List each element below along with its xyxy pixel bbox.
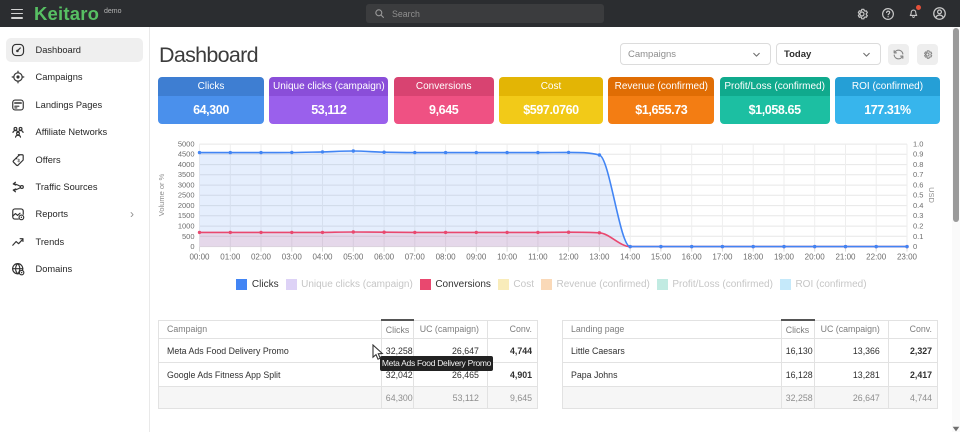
svg-text:05:00: 05:00 bbox=[343, 252, 364, 261]
svg-text:0: 0 bbox=[190, 242, 194, 251]
svg-text:23:00: 23:00 bbox=[897, 252, 918, 261]
svg-text:15:00: 15:00 bbox=[651, 252, 672, 261]
svg-text:0.7: 0.7 bbox=[913, 170, 923, 179]
svg-text:$: $ bbox=[17, 158, 20, 164]
svg-text:08:00: 08:00 bbox=[436, 252, 457, 261]
svg-text:USD: USD bbox=[927, 187, 936, 203]
svg-text:20:00: 20:00 bbox=[805, 252, 826, 261]
svg-text:12:00: 12:00 bbox=[559, 252, 580, 261]
svg-text:04:00: 04:00 bbox=[312, 252, 333, 261]
svg-text:00:00: 00:00 bbox=[189, 252, 210, 261]
svg-text:03:00: 03:00 bbox=[282, 252, 303, 261]
svg-text:1500: 1500 bbox=[178, 211, 195, 220]
svg-text:22:00: 22:00 bbox=[866, 252, 887, 261]
svg-text:3500: 3500 bbox=[178, 170, 195, 179]
svg-text:02:00: 02:00 bbox=[251, 252, 272, 261]
svg-text:Volume or %: Volume or % bbox=[157, 173, 166, 216]
svg-text:0.5: 0.5 bbox=[913, 191, 923, 200]
svg-text:2500: 2500 bbox=[178, 191, 195, 200]
svg-text:10:00: 10:00 bbox=[497, 252, 518, 261]
svg-text:19:00: 19:00 bbox=[774, 252, 795, 261]
svg-text:4000: 4000 bbox=[178, 160, 195, 169]
svg-text:500: 500 bbox=[182, 232, 195, 241]
svg-text:07:00: 07:00 bbox=[405, 252, 426, 261]
svg-text:0.6: 0.6 bbox=[913, 181, 923, 190]
svg-text:06:00: 06:00 bbox=[374, 252, 395, 261]
svg-text:14:00: 14:00 bbox=[620, 252, 641, 261]
svg-text:16:00: 16:00 bbox=[682, 252, 703, 261]
svg-text:0.9: 0.9 bbox=[913, 150, 923, 159]
svg-text:18:00: 18:00 bbox=[743, 252, 764, 261]
svg-text:0: 0 bbox=[913, 242, 917, 251]
svg-text:0.8: 0.8 bbox=[913, 160, 923, 169]
svg-text:21:00: 21:00 bbox=[835, 252, 856, 261]
svg-text:4500: 4500 bbox=[178, 150, 195, 159]
svg-text:17:00: 17:00 bbox=[712, 252, 733, 261]
svg-text:01:00: 01:00 bbox=[220, 252, 241, 261]
svg-text:0.1: 0.1 bbox=[913, 232, 923, 241]
svg-text:09:00: 09:00 bbox=[466, 252, 487, 261]
svg-text:5000: 5000 bbox=[178, 140, 195, 149]
svg-text:3000: 3000 bbox=[178, 181, 195, 190]
svg-text:1000: 1000 bbox=[178, 222, 195, 231]
svg-text:13:00: 13:00 bbox=[589, 252, 610, 261]
svg-text:0.4: 0.4 bbox=[913, 201, 923, 210]
svg-text:0.2: 0.2 bbox=[913, 222, 923, 231]
svg-text:2000: 2000 bbox=[178, 201, 195, 210]
svg-text:1.0: 1.0 bbox=[913, 140, 923, 149]
svg-text:0.3: 0.3 bbox=[913, 211, 923, 220]
svg-text:11:00: 11:00 bbox=[528, 252, 548, 261]
